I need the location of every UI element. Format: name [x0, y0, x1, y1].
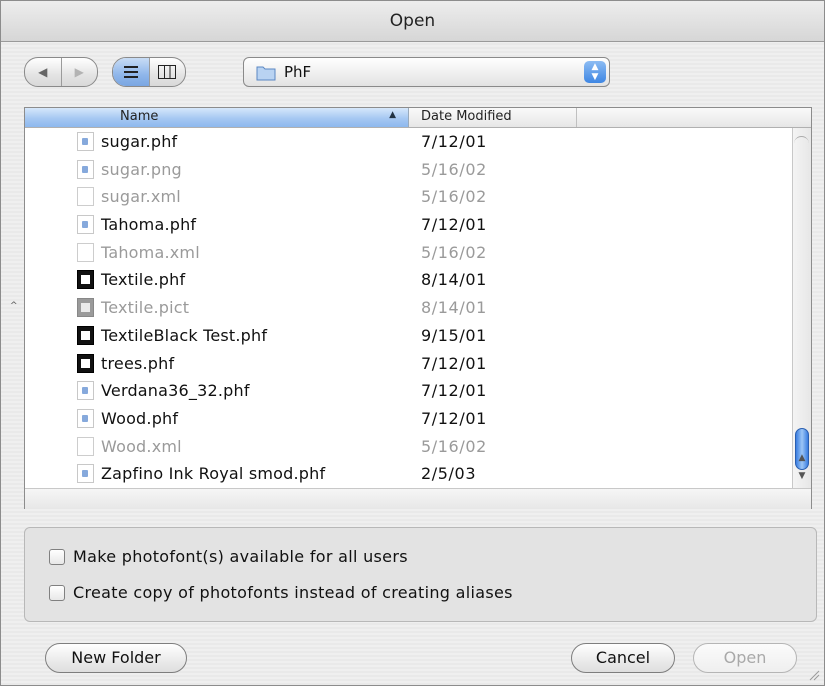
- file-name: sugar.png: [101, 159, 182, 179]
- column-view-icon: [158, 65, 177, 79]
- file-name: sugar.xml: [101, 187, 181, 207]
- file-name: Tahoma.phf: [101, 215, 197, 235]
- resize-grip-icon[interactable]: [808, 669, 820, 681]
- options-panel: Make photofont(s) available for all user…: [24, 527, 817, 622]
- file-row[interactable]: Zapfino Ink Royal smod.phf 2/5/03: [25, 460, 791, 488]
- list-view-button[interactable]: [113, 58, 149, 86]
- name-column-label: Name: [120, 109, 159, 124]
- open-dialog: Open ◀ ▶ PhF ▲ ▼ Name ▲ Date Modified su…: [0, 0, 825, 686]
- file-row[interactable]: sugar.xml 5/16/02: [25, 183, 791, 211]
- blank-document-icon: [77, 242, 94, 262]
- location-label: PhF: [284, 63, 312, 81]
- date-column-label: Date Modified: [421, 109, 512, 124]
- back-button[interactable]: ◀: [25, 58, 61, 86]
- location-popup[interactable]: PhF ▲ ▼: [243, 57, 610, 87]
- file-date-modified: 5/16/02: [421, 242, 487, 262]
- file-row[interactable]: trees.phf 7/12/01: [25, 350, 791, 378]
- scroll-down-icon[interactable]: ▼: [793, 471, 811, 487]
- file-name: Wood.phf: [101, 408, 179, 428]
- file-row[interactable]: Wood.phf 7/12/01: [25, 405, 791, 433]
- list-view-icon: [123, 66, 138, 78]
- file-row[interactable]: Wood.xml 5/16/02: [25, 433, 791, 461]
- photofont-icon: [77, 270, 94, 290]
- file-date-modified: 7/12/01: [421, 408, 487, 428]
- right-arrow-icon: ▶: [74, 65, 84, 79]
- name-column-header[interactable]: Name ▲: [25, 108, 409, 127]
- file-date-modified: 7/12/01: [421, 381, 487, 401]
- document-icon: [77, 381, 94, 401]
- file-date-modified: 8/14/01: [421, 298, 487, 318]
- column-header: Name ▲ Date Modified: [25, 108, 811, 128]
- file-date-modified: 2/5/03: [421, 464, 477, 484]
- horizontal-scrollbar[interactable]: [25, 488, 811, 509]
- file-name: Wood.xml: [101, 436, 182, 456]
- available-all-users-checkbox[interactable]: [49, 549, 65, 565]
- file-name: Verdana36_32.phf: [101, 381, 250, 401]
- cancel-button[interactable]: Cancel: [571, 643, 675, 673]
- blank-document-icon: [77, 436, 94, 456]
- create-copy-label: Create copy of photofonts instead of cre…: [73, 583, 513, 602]
- file-row[interactable]: Tahoma.phf 7/12/01: [25, 211, 791, 239]
- picture-file-icon: [77, 298, 94, 318]
- file-browser: Name ▲ Date Modified sugar.phf 7/12/01 sug…: [24, 107, 812, 509]
- file-name: Textile.pict: [101, 298, 190, 318]
- blank-document-icon: [77, 187, 94, 207]
- view-switch: [112, 57, 186, 87]
- file-date-modified: 5/16/02: [421, 187, 487, 207]
- forward-button[interactable]: ▶: [60, 58, 98, 86]
- left-arrow-icon: ◀: [38, 65, 48, 79]
- photofont-icon: [77, 353, 94, 373]
- file-row[interactable]: Tahoma.xml 5/16/02: [25, 239, 791, 267]
- new-folder-button[interactable]: New Folder: [45, 643, 187, 673]
- file-date-modified: 5/16/02: [421, 436, 487, 456]
- photofont-icon: [77, 325, 94, 345]
- file-row[interactable]: TextileBlack Test.phf 9/15/01: [25, 322, 791, 350]
- scroll-up-icon[interactable]: ▲: [793, 453, 811, 469]
- document-icon: [77, 132, 94, 151]
- file-row[interactable]: Textile.pict 8/14/01: [25, 294, 791, 322]
- create-copy-checkbox[interactable]: [49, 585, 65, 601]
- file-date-modified: 7/12/01: [421, 353, 487, 373]
- popup-arrows-icon: ▲ ▼: [584, 61, 606, 83]
- document-icon: [77, 159, 94, 179]
- file-name: Textile.phf: [101, 270, 186, 290]
- sort-ascending-icon: ▲: [389, 110, 396, 120]
- file-name: Zapfino Ink Royal smod.phf: [101, 464, 326, 484]
- file-date-modified: 5/16/02: [421, 159, 487, 179]
- scroll-track-cap: [794, 136, 809, 151]
- document-icon: [77, 408, 94, 428]
- column-resize-caret-icon: ^: [10, 301, 18, 311]
- available-all-users-label: Make photofont(s) available for all user…: [73, 547, 408, 566]
- folder-icon: [256, 66, 276, 81]
- vertical-scrollbar[interactable]: ▲ ▼: [792, 128, 811, 488]
- date-column-header[interactable]: Date Modified: [409, 108, 577, 127]
- file-name: Tahoma.xml: [101, 242, 200, 262]
- document-icon: [77, 464, 94, 484]
- open-button[interactable]: Open: [693, 643, 797, 673]
- column-view-button[interactable]: [148, 58, 186, 86]
- file-name: trees.phf: [101, 353, 175, 373]
- file-row[interactable]: sugar.phf 7/12/01: [25, 128, 791, 156]
- window-title: Open: [1, 1, 824, 42]
- file-name: TextileBlack Test.phf: [101, 325, 268, 345]
- file-row[interactable]: sugar.png 5/16/02: [25, 156, 791, 184]
- file-date-modified: 7/12/01: [421, 132, 487, 151]
- file-list: sugar.phf 7/12/01 sugar.png 5/16/02 sugar.xm…: [25, 128, 791, 488]
- file-row[interactable]: Verdana36_32.phf 7/12/01: [25, 377, 791, 405]
- file-name: sugar.phf: [101, 132, 178, 151]
- file-date-modified: 8/14/01: [421, 270, 487, 290]
- file-row[interactable]: Textile.phf 8/14/01: [25, 266, 791, 294]
- file-date-modified: 9/15/01: [421, 325, 487, 345]
- document-icon: [77, 215, 94, 235]
- back-forward-control: ◀ ▶: [24, 57, 98, 87]
- file-date-modified: 7/12/01: [421, 215, 487, 235]
